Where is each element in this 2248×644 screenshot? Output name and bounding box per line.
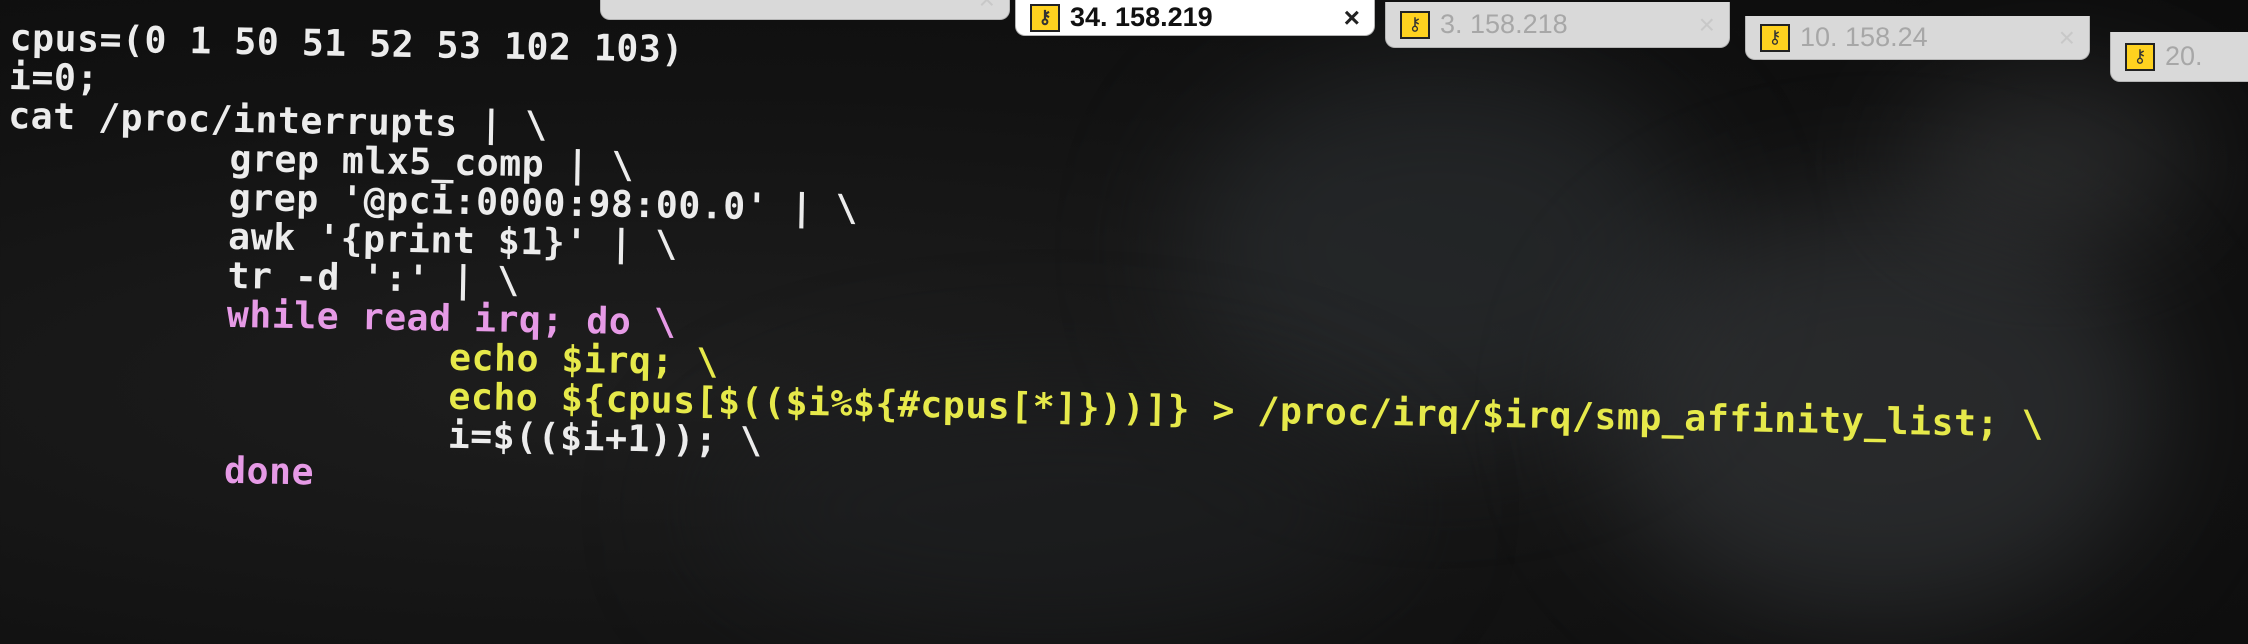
key-icon: ⚷ <box>1030 3 1060 32</box>
tab-active[interactable]: ⚷ 34. 158.219 × <box>1015 0 1375 36</box>
tab-label: 10. 158.24 <box>1800 22 1928 52</box>
close-icon[interactable]: × <box>2059 22 2075 54</box>
tab-item[interactable]: ⚷ 3. 158.218 × <box>1385 2 1730 48</box>
tab-label: 3. 158.218 <box>1440 9 1568 39</box>
tab-label: 34. 158.219 <box>1070 2 1213 32</box>
terminal-output: cpus=(0 1 50 51 52 53 102 103) i=0; cat … <box>2 16 2051 522</box>
close-icon[interactable]: × <box>1344 2 1360 34</box>
close-icon[interactable]: × <box>1699 9 1715 41</box>
tab-partial-left[interactable]: × <box>600 0 1010 20</box>
key-icon: ⚷ <box>2125 42 2155 71</box>
close-icon[interactable]: × <box>979 0 995 16</box>
tab-item[interactable]: ⚷ 20. <box>2110 32 2248 82</box>
key-icon: ⚷ <box>1400 10 1430 39</box>
key-icon: ⚷ <box>1760 23 1790 52</box>
tab-label: 20. <box>2165 41 2203 71</box>
